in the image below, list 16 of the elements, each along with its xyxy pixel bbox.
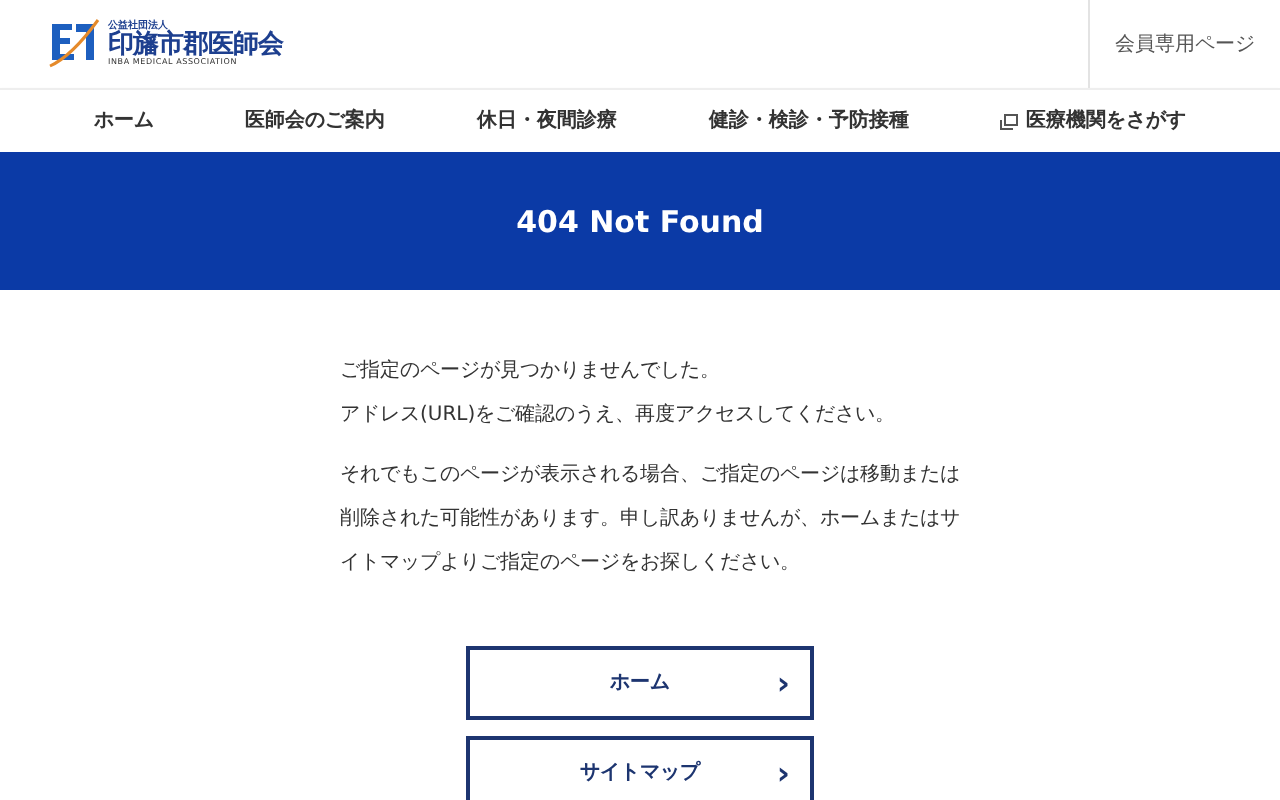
nav-link[interactable]: 休日・夜間診療 xyxy=(476,106,617,136)
logo-title: 印旛市郡医師会 xyxy=(108,31,283,59)
message-text: アドレス(URL)をご確認のうえ、再度アクセスしてください。 xyxy=(340,401,898,430)
message-text: ご指定のページが見つかりませんでした。 xyxy=(340,357,722,386)
logo-icon xyxy=(48,16,100,72)
message-text: それでもこのページが表示される場合、ご指定のページは移動または削除された可能性があります。申し訳ありませんが、ホームまたはサイトマップよりご指定のページをお探しください。 xyxy=(340,461,960,578)
link-button[interactable]: ホーム › xyxy=(466,646,814,720)
nav-link[interactable]: 健診・検診・予防接種 xyxy=(708,106,909,136)
page-title: 404 Not Found xyxy=(516,203,764,239)
nav-link[interactable]: 医療機関をさがす xyxy=(1000,106,1187,136)
window-icon xyxy=(1000,113,1019,129)
link-button[interactable]: サイトマップ › xyxy=(466,736,814,800)
chevron-icon: › xyxy=(776,757,790,789)
chevron-icon: › xyxy=(776,667,790,699)
nav-link[interactable]: ホーム xyxy=(93,106,154,136)
nav-link[interactable]: 医師会のご案内 xyxy=(245,106,386,136)
